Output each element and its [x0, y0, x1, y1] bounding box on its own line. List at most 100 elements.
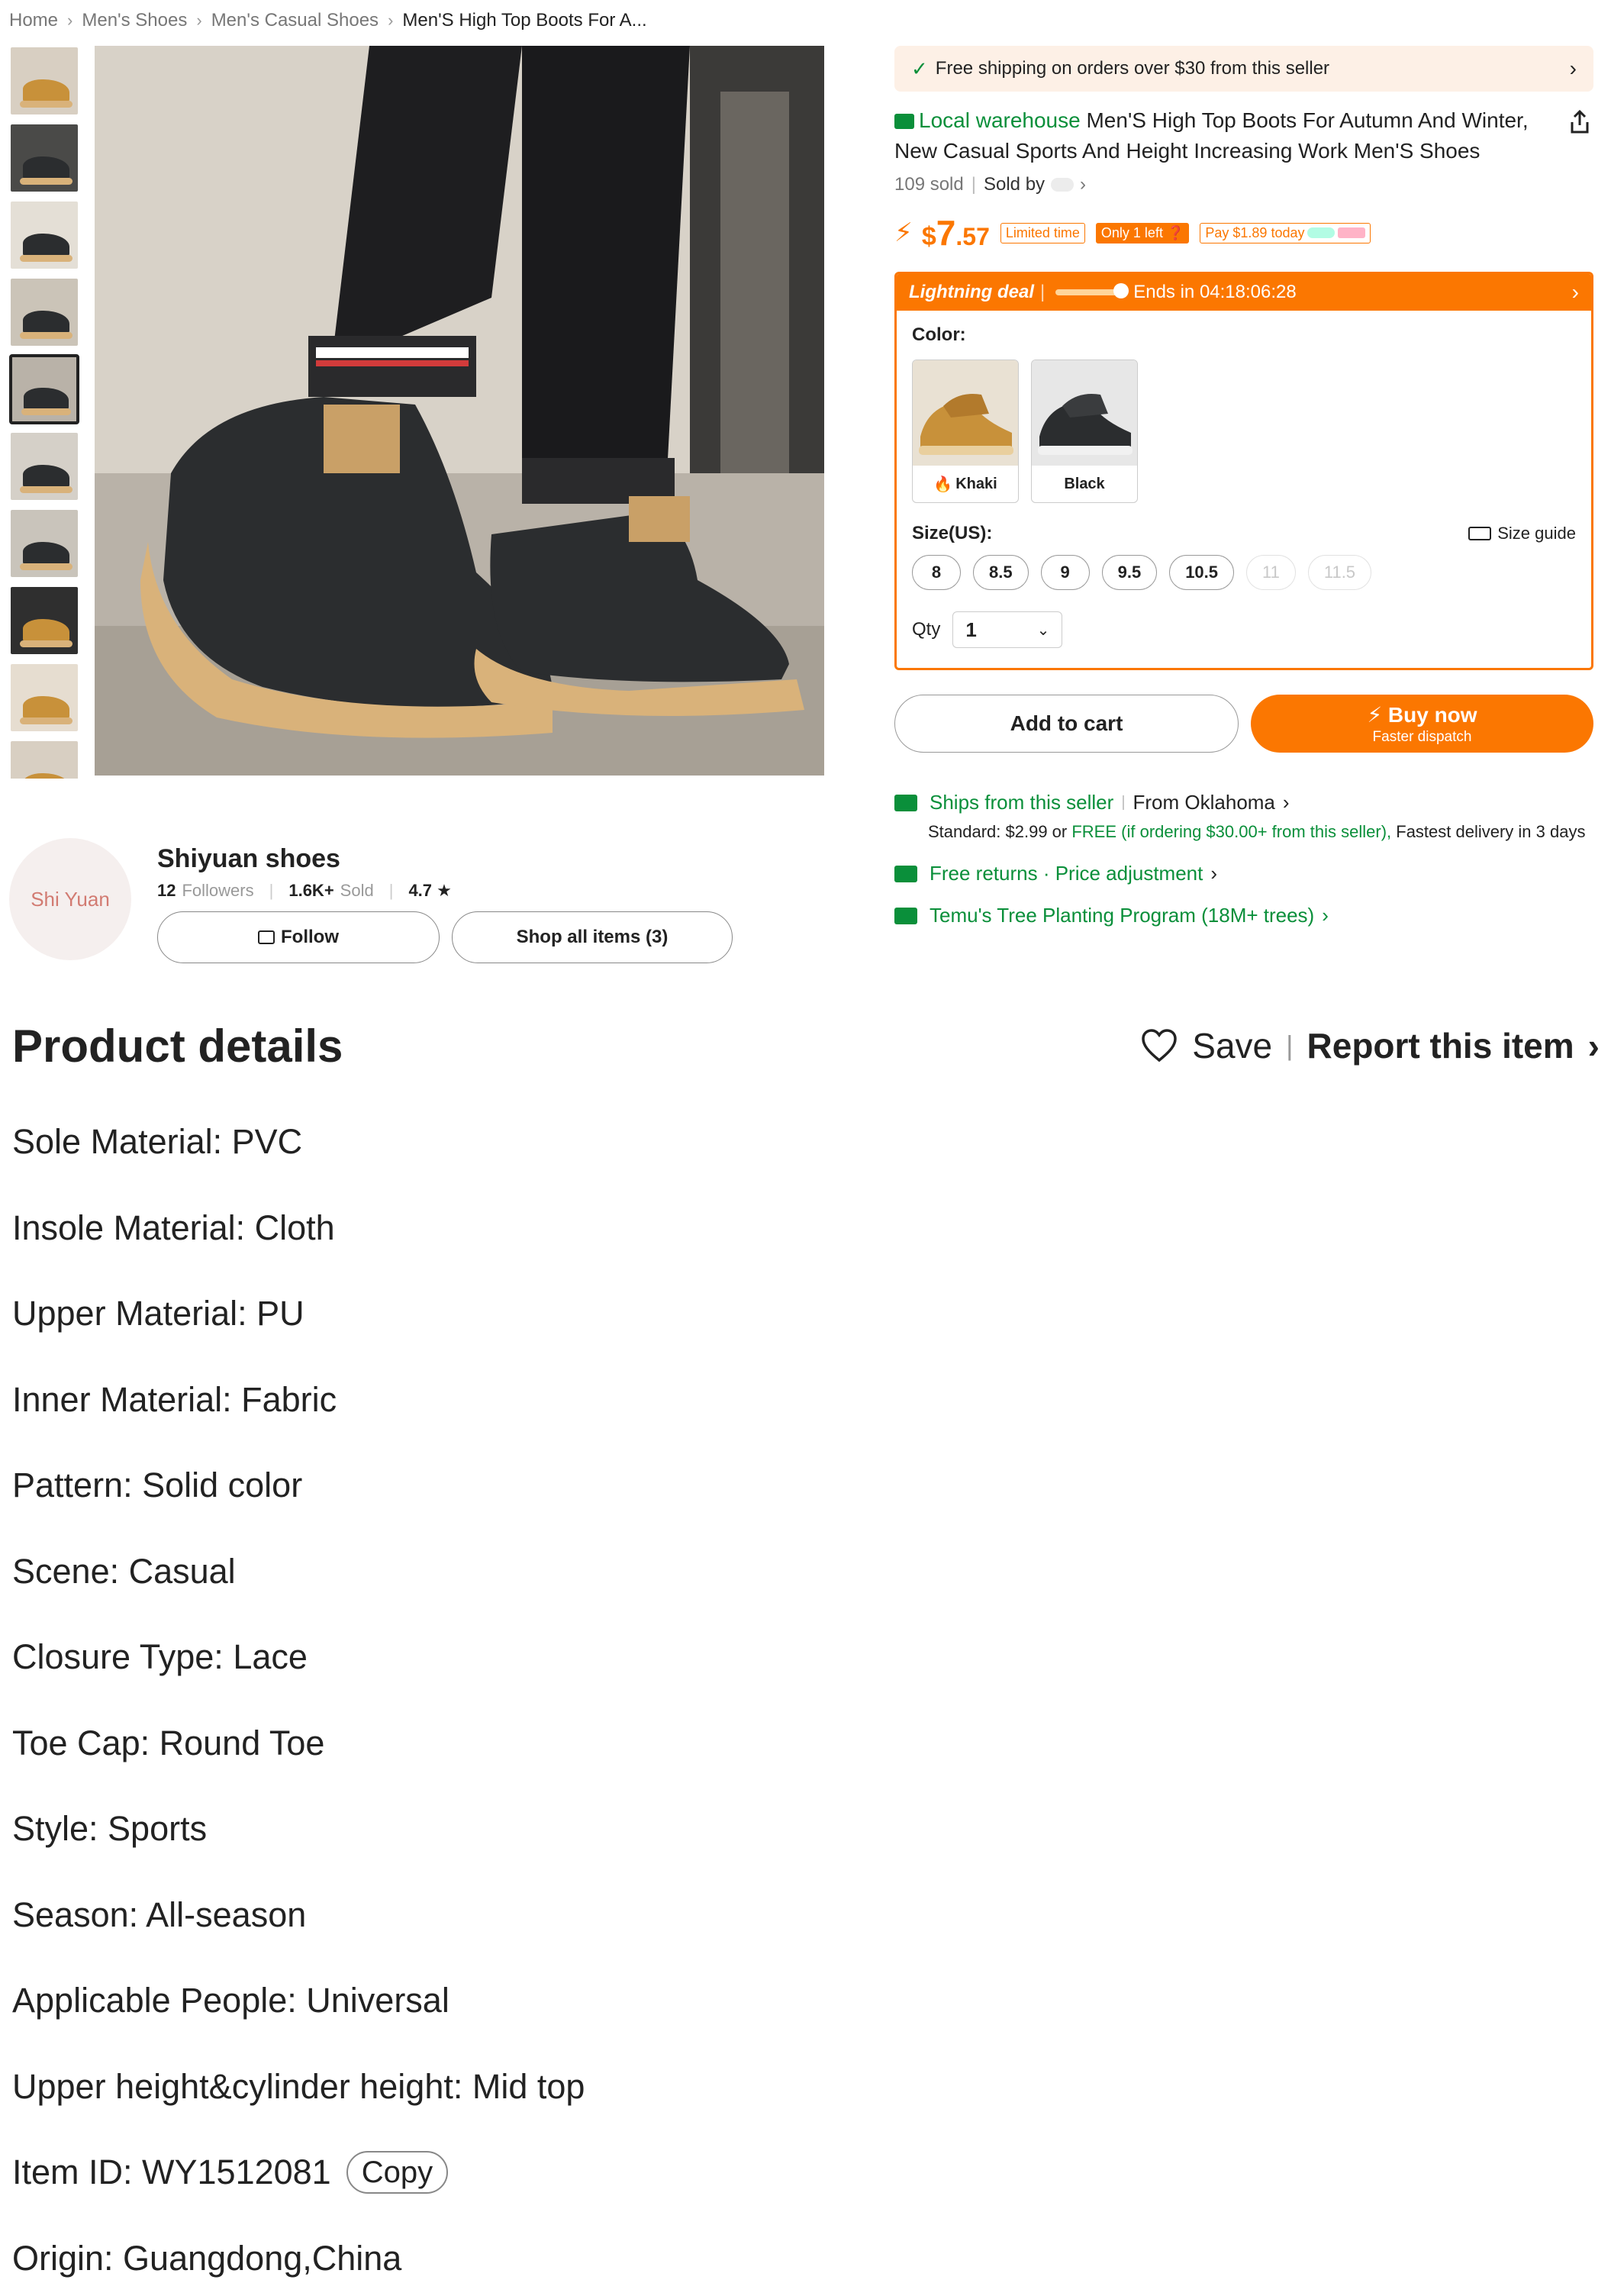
attribute-text: Origin: Guangdong,China [12, 2238, 402, 2278]
pay-later-tag[interactable]: Pay $1.89 today [1200, 222, 1371, 243]
seller-avatar[interactable]: Shi Yuan [9, 838, 131, 960]
thumbnail-3[interactable] [9, 200, 79, 270]
shoe-sole-shape [20, 718, 72, 725]
product-title: Local warehouse Men'S High Top Boots For… [894, 105, 1593, 166]
attribute-text: Upper Material: PU [12, 1294, 304, 1333]
thumbnail-9[interactable] [9, 663, 79, 733]
divider: | [1039, 282, 1046, 302]
local-warehouse-badge: Local warehouse [919, 108, 1081, 132]
attribute-text: Item ID: WY1512081 [12, 2152, 331, 2192]
ships-origin: From Oklahoma [1133, 791, 1275, 814]
shoe-thumbnail-shape [22, 79, 70, 104]
thumbnail-8[interactable] [9, 585, 79, 656]
color-options: 🔥 Khaki Black [912, 360, 1576, 503]
product-photo [95, 46, 824, 776]
seller-actions: Follow Shop all items (3) [157, 911, 733, 963]
standard-cost: Standard: $2.99 or [928, 822, 1072, 841]
seller-rating: 4.7 ★ [408, 881, 452, 900]
breadcrumb-casual-shoes[interactable]: Men's Casual Shoes [211, 10, 379, 31]
chevron-right-icon: › [1282, 791, 1290, 814]
thumbnail-2[interactable] [9, 123, 79, 193]
thumbnail-5[interactable] [9, 354, 79, 424]
attribute-row: Season: All-season [12, 1872, 1539, 1959]
divider: | [1121, 794, 1126, 811]
size-option-8-5[interactable]: 8.5 [973, 555, 1029, 590]
thumbnail-10[interactable] [9, 740, 79, 779]
quantity-select[interactable]: 1 ⌄ [952, 611, 1063, 648]
attribute-row: Insole Material: Cloth [12, 1185, 1539, 1272]
size-option-11-5: 11.5 [1307, 555, 1372, 590]
thumbnail-1[interactable] [9, 46, 79, 116]
attribute-row: Scene: Casual [12, 1529, 1539, 1615]
free-shipping-banner[interactable]: ✓ Free shipping on orders over $30 from … [894, 46, 1593, 92]
heart-icon[interactable] [1140, 1028, 1178, 1063]
attribute-text: Closure Type: Lace [12, 1637, 308, 1677]
size-guide-link[interactable]: Size guide [1468, 524, 1576, 543]
details-actions: Save | Report this item › [1140, 1025, 1600, 1066]
size-option-10-5[interactable]: 10.5 [1169, 555, 1235, 590]
size-option-9-5[interactable]: 9.5 [1101, 555, 1158, 590]
chevron-right-icon: › [1080, 174, 1087, 195]
lightning-deal-header[interactable]: Lightning deal | Ends in 04:18:06:28 › [897, 274, 1591, 311]
size-option-9[interactable]: 9 [1040, 555, 1090, 590]
shipping-info: Ships from this seller | From Oklahoma ›… [894, 791, 1593, 927]
shoe-sole-shape [20, 563, 72, 571]
attribute-text: Upper height&cylinder height: Mid top [12, 2066, 585, 2106]
thumbnail-4[interactable] [9, 277, 79, 347]
seller-name[interactable]: Shiyuan shoes [157, 844, 340, 874]
attribute-text: Inner Material: Fabric [12, 1379, 337, 1419]
buy-now-subtitle: Faster dispatch [1372, 728, 1472, 745]
ruler-icon [1468, 527, 1492, 540]
shoe-sole-shape [20, 332, 72, 340]
shoe-thumbnail-shape [22, 311, 70, 335]
price-integer: 7 [936, 213, 956, 253]
purchase-actions: Add to cart ⚡ Buy now Faster dispatch [894, 695, 1593, 753]
save-button[interactable]: Save [1192, 1025, 1272, 1066]
report-item-link[interactable]: Report this item [1307, 1025, 1574, 1066]
delivery-estimate: Fastest delivery in 3 days [1391, 822, 1586, 841]
attribute-row: Upper Material: PU [12, 1271, 1539, 1357]
color-option-khaki[interactable]: 🔥 Khaki [912, 360, 1019, 503]
ships-from-text: Ships from this seller [930, 791, 1114, 814]
size-option-8[interactable]: 8 [912, 555, 961, 590]
share-icon[interactable] [1566, 108, 1593, 136]
size-header: Size(US): Size guide [912, 523, 1576, 544]
breadcrumb-home[interactable]: Home [9, 10, 58, 31]
buy-now-button[interactable]: ⚡ Buy now Faster dispatch [1251, 695, 1593, 753]
main-product-image[interactable] [95, 46, 824, 776]
copy-item-id-button[interactable]: Copy [346, 2151, 449, 2194]
black-swatch-image [1032, 360, 1137, 466]
divider: | [269, 881, 274, 900]
product-details-title: Product details [12, 1020, 343, 1072]
seller-name-pill[interactable] [1051, 178, 1075, 192]
afterpay-logo [1307, 227, 1336, 238]
chevron-right-icon: › [1569, 56, 1577, 80]
attribute-row: Closure Type: Lace [12, 1614, 1539, 1701]
sold-count: 109 sold [894, 174, 964, 195]
tree-planting-line[interactable]: Temu's Tree Planting Program (18M+ trees… [894, 904, 1593, 927]
shoe-thumbnail-shape [22, 465, 70, 489]
follow-button[interactable]: Follow [157, 911, 440, 963]
shoe-sole-shape [20, 178, 72, 185]
breadcrumb-mens-shoes[interactable]: Men's Shoes [82, 10, 187, 31]
shop-all-items-button[interactable]: Shop all items (3) [452, 911, 733, 963]
color-option-black[interactable]: Black [1031, 360, 1138, 503]
attribute-row: Inner Material: Fabric [12, 1357, 1539, 1443]
chevron-right-icon: › [1210, 862, 1218, 885]
price-decimal: .57 [955, 223, 990, 250]
ships-from-line[interactable]: Ships from this seller | From Oklahoma › [894, 791, 1593, 814]
free-returns-line[interactable]: Free returns · Price adjustment › [894, 862, 1593, 885]
deal-countdown: Ends in 04:18:06:28 [1133, 282, 1297, 302]
seller-sold-label: Sold [340, 881, 374, 900]
product-attributes: Sole Material: PVC Insole Material: Cloth… [12, 1099, 1539, 2296]
returns-icon [894, 865, 917, 882]
add-to-cart-button[interactable]: Add to cart [894, 695, 1239, 753]
limited-time-tag: Limited time [1000, 222, 1085, 243]
attribute-row: Applicable People: Universal [12, 1958, 1539, 2044]
attribute-row: Pattern: Solid color [12, 1443, 1539, 1529]
thumbnail-7[interactable] [9, 508, 79, 579]
shoe-sole-shape [20, 486, 72, 494]
thumbnail-6[interactable] [9, 431, 79, 501]
black-label: Black [1064, 475, 1105, 492]
thumbnail-list [9, 46, 79, 779]
